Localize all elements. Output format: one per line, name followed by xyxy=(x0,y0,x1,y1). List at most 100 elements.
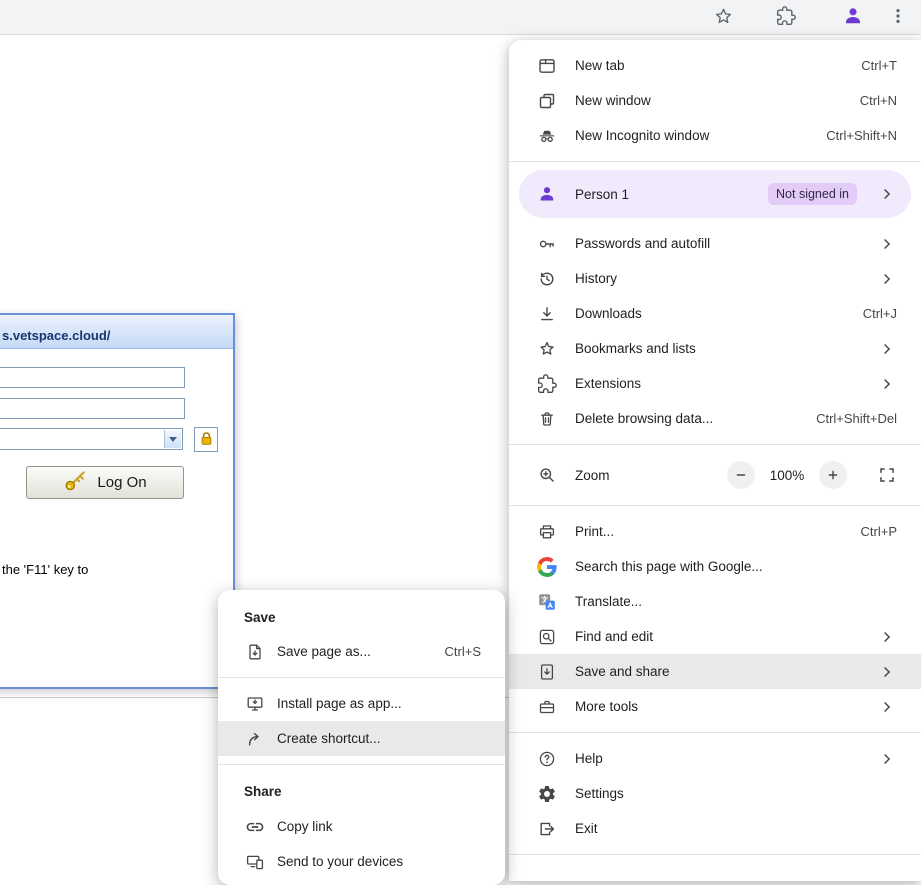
zoom-label: Zoom xyxy=(575,467,610,483)
dropdown-arrow-icon xyxy=(169,436,177,442)
incognito-icon xyxy=(537,126,557,146)
menu-item-shortcut: Ctrl+J xyxy=(862,306,897,321)
submenu-item-save-page-as[interactable]: Save page as... Ctrl+S xyxy=(218,634,505,669)
dialog-titlebar: s.vetspace.cloud/ xyxy=(0,315,233,349)
menu-item-print[interactable]: Print... Ctrl+P xyxy=(509,514,921,549)
find-edit-icon xyxy=(537,627,557,647)
submenu-item-label: Install page as app... xyxy=(277,696,402,711)
profile-avatar-button[interactable] xyxy=(838,3,867,32)
new-window-icon xyxy=(537,91,557,111)
printer-icon xyxy=(537,522,557,542)
menu-item-find-and-edit[interactable]: Find and edit xyxy=(509,619,921,654)
menu-item-label: Help xyxy=(575,751,603,766)
menu-item-new-incognito-window[interactable]: New Incognito window Ctrl+Shift+N xyxy=(509,118,921,153)
menu-item-more-tools[interactable]: More tools xyxy=(509,689,921,724)
chevron-right-icon xyxy=(877,627,897,647)
submenu-item-copy-link[interactable]: Copy link xyxy=(218,809,505,844)
padlock-icon xyxy=(198,430,215,450)
submenu-item-create-shortcut[interactable]: Create shortcut... xyxy=(218,721,505,756)
submenu-item-send-to-devices[interactable]: Send to your devices xyxy=(218,844,505,879)
person-icon xyxy=(842,5,864,30)
menu-item-bookmarks-lists[interactable]: Bookmarks and lists xyxy=(509,331,921,366)
google-g-icon xyxy=(537,556,557,577)
menu-item-exit[interactable]: Exit xyxy=(509,811,921,846)
dialog-hint-text: the 'F11' key to xyxy=(2,562,89,577)
menu-item-label: Search this page with Google... xyxy=(575,559,763,574)
gear-icon xyxy=(537,784,557,804)
submenu-item-label: Create shortcut... xyxy=(277,731,381,746)
menu-item-extensions[interactable]: Extensions xyxy=(509,366,921,401)
password-input[interactable] xyxy=(0,398,185,419)
star-icon xyxy=(713,6,734,30)
chevron-right-icon xyxy=(877,374,897,394)
menu-item-shortcut: Ctrl+Shift+Del xyxy=(816,411,897,426)
menu-item-shortcut: Ctrl+N xyxy=(859,93,897,108)
devices-icon xyxy=(245,852,265,872)
menu-item-downloads[interactable]: Downloads Ctrl+J xyxy=(509,296,921,331)
person-icon xyxy=(537,184,557,204)
menu-item-label: New tab xyxy=(575,58,625,73)
menu-item-delete-browsing-data[interactable]: Delete browsing data... Ctrl+Shift+Del xyxy=(509,401,921,436)
submenu-item-label: Save page as... xyxy=(277,644,371,659)
menu-item-new-tab[interactable]: New tab Ctrl+T xyxy=(509,48,921,83)
menu-item-settings[interactable]: Settings xyxy=(509,776,921,811)
puzzle-icon xyxy=(537,373,557,394)
menu-item-save-and-share[interactable]: Save and share xyxy=(509,654,921,689)
username-input[interactable] xyxy=(0,367,185,388)
translate-icon xyxy=(537,592,557,612)
menu-item-new-window[interactable]: New window Ctrl+N xyxy=(509,83,921,118)
shortcut-arrow-icon xyxy=(245,729,265,749)
submenu-header-save: Save xyxy=(244,609,276,625)
chevron-right-icon xyxy=(877,339,897,359)
menu-item-history[interactable]: History xyxy=(509,261,921,296)
zoom-magnifier-icon xyxy=(537,465,557,485)
star-icon xyxy=(537,339,557,359)
combo-dropdown-button[interactable] xyxy=(164,430,181,448)
menu-item-label: Save and share xyxy=(575,664,670,679)
lock-button[interactable] xyxy=(194,427,218,452)
menu-item-translate[interactable]: Translate... xyxy=(509,584,921,619)
menu-separator xyxy=(509,505,921,506)
browser-menu-button[interactable] xyxy=(883,3,912,32)
menu-item-label: Bookmarks and lists xyxy=(575,341,696,356)
dropdown-select[interactable] xyxy=(0,428,183,450)
new-tab-icon xyxy=(537,56,557,76)
install-app-icon xyxy=(245,694,265,714)
menu-item-shortcut: Ctrl+T xyxy=(861,58,897,73)
dialog-title-text: s.vetspace.cloud/ xyxy=(2,328,111,343)
history-icon xyxy=(537,269,557,289)
menu-separator xyxy=(509,161,921,162)
menu-item-passwords-autofill[interactable]: Passwords and autofill xyxy=(509,226,921,261)
chevron-right-icon xyxy=(877,269,897,289)
menu-item-profile[interactable]: Person 1 Not signed in xyxy=(519,170,911,218)
submenu-header-share: Share xyxy=(244,783,282,799)
log-on-label: Log On xyxy=(97,474,147,491)
zoom-out-button[interactable] xyxy=(727,461,755,489)
menu-item-label: Find and edit xyxy=(575,629,654,644)
menu-item-search-with-google[interactable]: Search this page with Google... xyxy=(509,549,921,584)
menu-item-label: Passwords and autofill xyxy=(575,236,711,251)
save-page-icon xyxy=(245,642,265,662)
extensions-button[interactable] xyxy=(771,3,800,32)
login-dialog: s.vetspace.cloud/ Log On the 'F11' key t… xyxy=(0,313,235,689)
browser-main-menu: New tab Ctrl+T New window Ctrl+N New Inc… xyxy=(509,40,921,881)
zoom-in-button[interactable] xyxy=(819,461,847,489)
chevron-right-icon xyxy=(877,749,897,769)
signin-status-badge: Not signed in xyxy=(768,183,857,205)
browser-toolbar xyxy=(0,0,921,35)
menu-item-help[interactable]: Help xyxy=(509,741,921,776)
key-icon xyxy=(63,468,88,497)
puzzle-icon xyxy=(776,6,796,29)
bookmark-star-button[interactable] xyxy=(709,3,738,32)
menu-item-label: Translate... xyxy=(575,594,643,609)
toolbox-icon xyxy=(537,697,557,717)
menu-item-label: New window xyxy=(575,93,651,108)
submenu-item-install-page-as-app[interactable]: Install page as app... xyxy=(218,686,505,721)
chevron-right-icon xyxy=(877,184,897,204)
log-on-button[interactable]: Log On xyxy=(26,466,184,499)
save-share-submenu: Save Save page as... Ctrl+S Install page… xyxy=(218,590,505,885)
fullscreen-button[interactable] xyxy=(877,465,897,485)
submenu-item-label: Copy link xyxy=(277,819,333,834)
chevron-right-icon xyxy=(877,662,897,682)
menu-item-label: History xyxy=(575,271,618,286)
